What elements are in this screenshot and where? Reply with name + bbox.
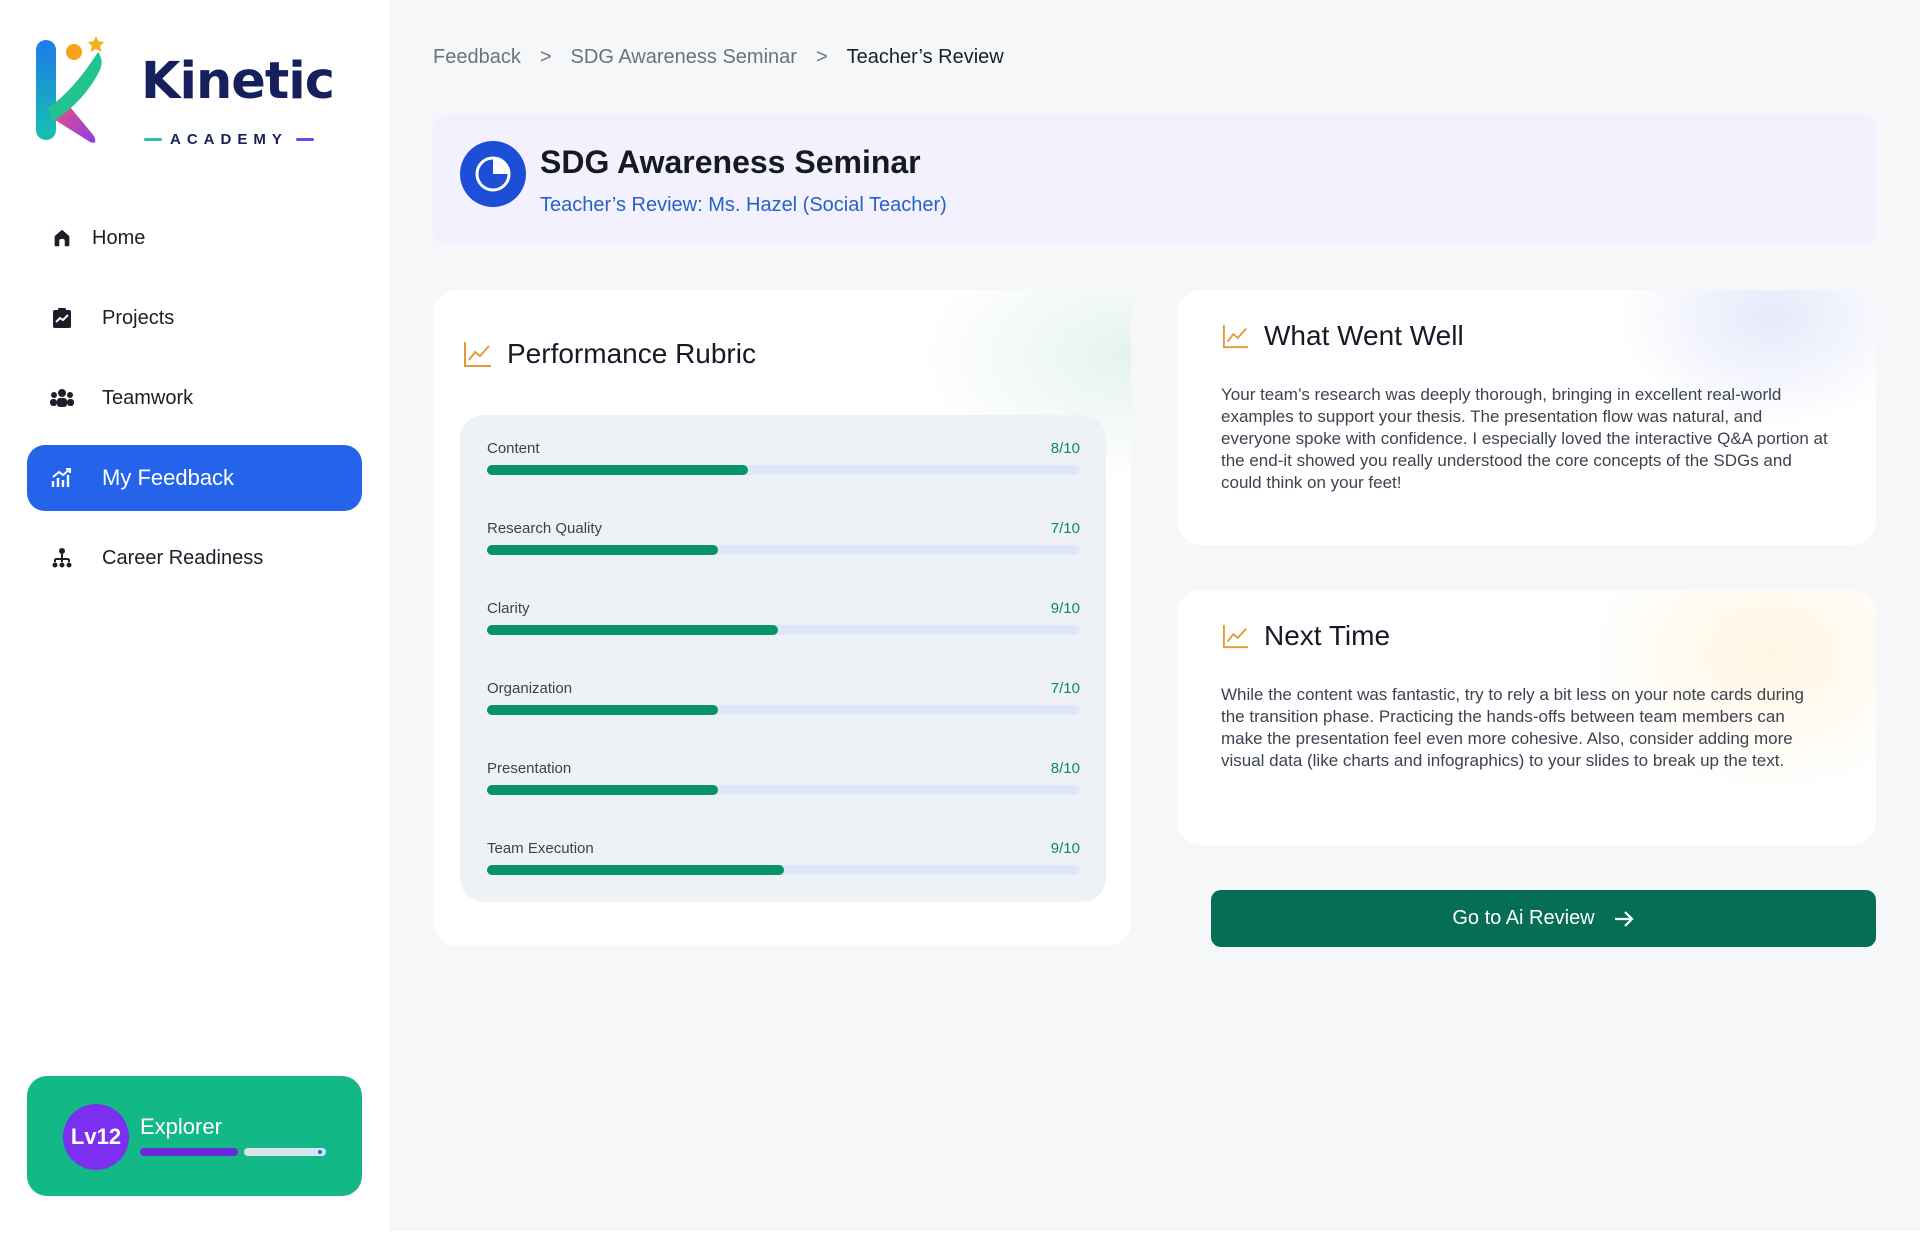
home-icon: [47, 223, 77, 253]
went-well-header: What Went Well: [1222, 320, 1464, 352]
sidebar-item-label: My Feedback: [102, 465, 235, 490]
breadcrumb-feedback[interactable]: Feedback: [433, 46, 521, 69]
rubric-row-label: Content: [487, 440, 540, 457]
level-progress-bar: [140, 1148, 326, 1156]
sidebar-item-home[interactable]: Home: [27, 205, 362, 271]
rubric-progress-fill: [487, 545, 718, 555]
rubric-progress-track: [487, 625, 1080, 635]
rubric-row-label: Team Execution: [487, 840, 594, 857]
breadcrumb-current: Teacher’s Review: [846, 46, 1004, 68]
rubric-progress-track: [487, 785, 1080, 795]
bottom-strip: [0, 1231, 1920, 1241]
level-progress-fill: [140, 1148, 238, 1156]
breadcrumb-separator: >: [815, 46, 828, 68]
next-time-card: Next Time While the content was fantasti…: [1177, 590, 1876, 845]
sidebar-nav: Home Projects Teamwork My Feedback Caree…: [27, 205, 362, 605]
performance-rubric-card: Performance Rubric Content 8/10 Research Q…: [433, 290, 1131, 946]
went-well-title: What Went Well: [1264, 320, 1464, 351]
rubric-row: Clarity 9/10: [487, 600, 1080, 640]
rubric-row: Presentation 8/10: [487, 760, 1080, 800]
line-chart-icon: [464, 342, 491, 367]
rubric-row-label: Research Quality: [487, 520, 603, 537]
rubric-header: Performance Rubric: [463, 338, 756, 370]
next-time-title: Next Time: [1264, 620, 1391, 651]
group-icon: [47, 383, 77, 413]
page-title: SDG Awareness Seminar: [540, 144, 921, 180]
level-badge: Lv12: [63, 1104, 129, 1170]
rubric-list: Content 8/10 Research Quality 7/10 Clarity 9/…: [460, 415, 1106, 902]
breadcrumb: Feedback > SDG Awareness Seminar > Teach…: [433, 46, 1004, 69]
sidebar: Kinetic ACADEMY Home Projects Teamwork M…: [0, 0, 389, 1231]
brand-name: Kinetic: [141, 52, 335, 111]
sidebar-item-career-readiness[interactable]: Career Readiness: [27, 525, 362, 591]
brand-subtitle: ACADEMY: [144, 131, 314, 148]
rubric-progress-track: [487, 465, 1080, 475]
rubric-progress-track: [487, 865, 1080, 875]
sidebar-item-my-feedback[interactable]: My Feedback: [27, 445, 362, 511]
rubric-row: Team Execution 9/10: [487, 840, 1080, 880]
rubric-row-label: Clarity: [487, 600, 530, 617]
rubric-progress-fill: [487, 625, 778, 635]
sidebar-item-projects[interactable]: Projects: [27, 285, 362, 351]
level-title: Explorer: [140, 1114, 222, 1139]
next-time-header: Next Time: [1222, 620, 1390, 652]
org-chart-icon: [47, 543, 77, 573]
sidebar-item-teamwork[interactable]: Teamwork: [27, 365, 362, 431]
rubric-row-score: 9/10: [1050, 840, 1080, 857]
page-subtitle: Teacher’s Review: Ms. Hazel (Social Teac…: [540, 194, 947, 216]
rubric-row: Research Quality 7/10: [487, 520, 1080, 560]
rubric-progress-fill: [487, 705, 718, 715]
go-to-ai-review-button[interactable]: Go to Ai Review: [1211, 890, 1876, 947]
sidebar-item-label: Projects: [102, 306, 175, 329]
rubric-title: Performance Rubric: [507, 338, 756, 369]
rubric-row-score: 9/10: [1050, 600, 1080, 617]
rubric-progress-track: [487, 705, 1080, 715]
breadcrumb-seminar[interactable]: SDG Awareness Seminar: [571, 46, 797, 69]
rubric-row-score: 8/10: [1050, 760, 1080, 777]
breadcrumb-separator: >: [539, 46, 552, 68]
rubric-row-score: 7/10: [1050, 520, 1080, 537]
rubric-progress-fill: [487, 465, 748, 475]
clipboard-chart-icon: [47, 303, 77, 333]
pie-chart-icon: [460, 141, 526, 207]
seminar-header-card: SDG Awareness Seminar Teacher’s Review: …: [433, 114, 1876, 245]
sidebar-item-label: Career Readiness: [102, 546, 264, 569]
rubric-row: Organization 7/10: [487, 680, 1080, 720]
level-progress-remaining: [244, 1148, 326, 1156]
rubric-progress-track: [487, 545, 1080, 555]
rubric-progress-fill: [487, 785, 718, 795]
line-chart-icon: [1223, 324, 1249, 349]
rubric-row: Content 8/10: [487, 440, 1080, 480]
went-well-text: Your team’s research was deeply thorough…: [1221, 385, 1828, 492]
rubric-row-score: 7/10: [1050, 680, 1080, 697]
rubric-row-label: Organization: [487, 680, 573, 697]
arrow-right-icon: [1614, 910, 1634, 927]
next-time-text: While the content was fantastic, try to …: [1221, 685, 1805, 770]
cta-label: Go to Ai Review: [1452, 907, 1595, 929]
rubric-row-score: 8/10: [1050, 440, 1080, 457]
what-went-well-card: What Went Well Your team’s research was …: [1177, 290, 1876, 545]
trend-chart-icon: [47, 463, 77, 493]
rubric-progress-fill: [487, 865, 784, 875]
line-chart-icon: [1223, 624, 1249, 649]
sidebar-item-label: Home: [92, 226, 146, 249]
level-card[interactable]: Lv12 Explorer: [27, 1076, 362, 1196]
kinetic-logo-mark-icon: [36, 36, 105, 143]
kinetic-logo[interactable]: Kinetic ACADEMY: [34, 30, 335, 148]
sidebar-item-label: Teamwork: [102, 386, 194, 409]
rubric-row-label: Presentation: [487, 760, 572, 777]
